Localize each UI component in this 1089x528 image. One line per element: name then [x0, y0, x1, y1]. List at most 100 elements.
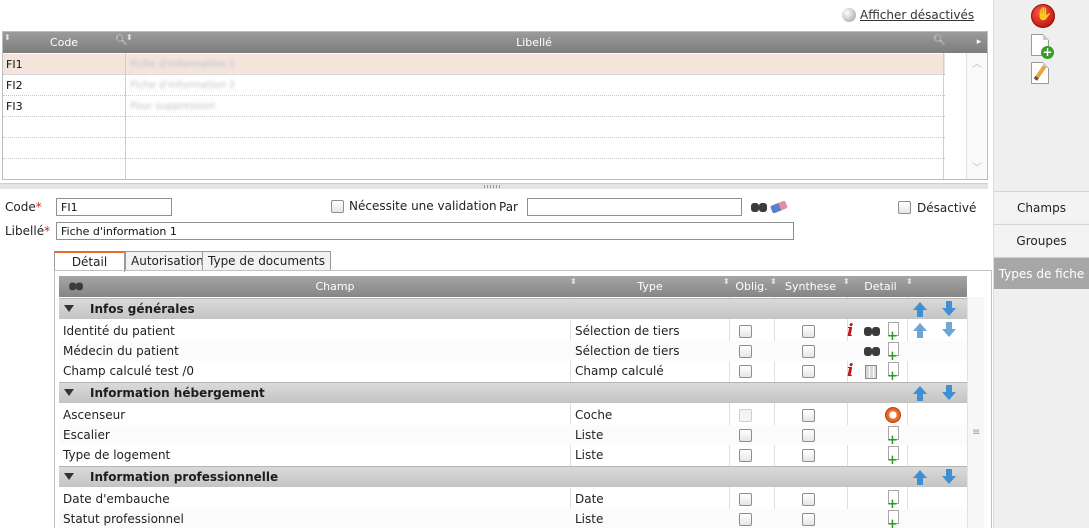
splitter-grip-icon[interactable]: [484, 185, 502, 188]
oblig-checkbox[interactable]: [739, 493, 752, 506]
row-champ: Statut professionnel: [63, 512, 184, 526]
oblig-checkbox[interactable]: [739, 449, 752, 462]
move-up-arrow-icon[interactable]: [912, 470, 928, 486]
row-code: FI1: [6, 58, 23, 71]
synthese-checkbox[interactable]: [802, 365, 815, 378]
move-down-arrow-icon[interactable]: [941, 469, 957, 485]
move-up-arrow-icon[interactable]: [912, 302, 928, 318]
list-row[interactable]: FI2 Fiche d'information 2: [3, 75, 945, 96]
row-code: FI2: [6, 79, 23, 92]
move-down-arrow-icon[interactable]: [941, 322, 957, 338]
libelle-label: Libellé*: [5, 224, 50, 238]
column-header-code[interactable]: Code: [3, 32, 125, 53]
list-row-empty: [3, 117, 945, 138]
required-mark: *: [44, 224, 51, 238]
validation-checkbox[interactable]: [331, 200, 344, 213]
table-row[interactable]: Médecin du patient Sélection de tiers +: [59, 341, 967, 363]
group-title: Information hébergement: [90, 386, 265, 400]
oblig-checkbox[interactable]: [739, 365, 752, 378]
clock-icon[interactable]: [885, 407, 901, 423]
collapse-triangle-icon[interactable]: [64, 473, 74, 480]
group-header[interactable]: Information hébergement: [59, 382, 967, 403]
oblig-checkbox[interactable]: [739, 513, 752, 526]
types-list-grid: ⬍ Code 🔍︎ ⬍ Libellé 🔍︎ ▸ FI1 Fiche d'inf…: [2, 31, 988, 180]
code-label: Code*: [5, 200, 42, 214]
column-header-champ[interactable]: Champ: [99, 276, 571, 297]
table-row[interactable]: Date d'embauche Date +: [59, 489, 967, 511]
table-row[interactable]: Ascenseur Coche: [59, 405, 967, 425]
tab-autorisation[interactable]: Autorisation: [125, 251, 210, 271]
binoculars-search-icon[interactable]: [751, 201, 768, 213]
code-input[interactable]: [56, 198, 172, 216]
plus-icon: +: [1041, 45, 1054, 59]
tab-detail[interactable]: Détail: [54, 251, 125, 272]
column-header-synthese[interactable]: Synthese: [774, 276, 847, 297]
tab-type-de-documents[interactable]: Type de documents: [202, 251, 331, 271]
list-row[interactable]: FI3 Pour suppression: [3, 96, 945, 117]
scroll-down-icon[interactable]: ﹀: [972, 159, 982, 174]
collapse-triangle-icon[interactable]: [64, 305, 74, 312]
sidebar-tab-champs[interactable]: Champs: [994, 191, 1089, 223]
show-disabled-link[interactable]: Afficher désactivés: [860, 8, 974, 22]
collapse-triangle-icon[interactable]: [64, 389, 74, 396]
toggle-ball-icon: [842, 8, 856, 22]
binoculars-icon[interactable]: [864, 345, 881, 357]
binoculars-icon[interactable]: [69, 281, 83, 291]
desactive-checkbox[interactable]: [898, 201, 911, 214]
group-header[interactable]: Information professionnelle: [59, 466, 967, 487]
synthese-checkbox[interactable]: [802, 429, 815, 442]
show-disabled-toggle[interactable]: Afficher désactivés: [842, 7, 974, 23]
filter-icon[interactable]: 🔍︎: [933, 35, 946, 46]
table-row[interactable]: Statut professionnel Liste +: [59, 509, 967, 528]
oblig-checkbox[interactable]: [739, 429, 752, 442]
fields-grid: Champ ⬍ Type ⬍ Oblig. ⬍ Synthese ⬍ Detai…: [59, 276, 967, 528]
calculator-icon[interactable]: [865, 365, 877, 379]
par-input[interactable]: [527, 198, 742, 216]
column-header-libelle[interactable]: Libellé: [125, 32, 943, 53]
move-up-arrow-icon[interactable]: [912, 323, 928, 339]
libelle-input[interactable]: [56, 222, 794, 240]
column-menu-icon[interactable]: ▸: [969, 32, 987, 53]
synthese-checkbox[interactable]: [802, 513, 815, 526]
new-document-icon[interactable]: +: [1031, 34, 1054, 59]
edit-document-icon[interactable]: [1031, 62, 1049, 84]
list-scrollbar[interactable]: ︿ ﹀: [966, 53, 987, 179]
list-row[interactable]: FI1 Fiche d'information 1: [3, 54, 945, 75]
sort-icon[interactable]: ⬍: [906, 277, 913, 286]
row-champ: Ascenseur: [63, 408, 126, 422]
oblig-checkbox[interactable]: [739, 325, 752, 338]
list-row-empty: [3, 138, 945, 159]
stop-hand-icon[interactable]: [1031, 4, 1055, 28]
synthese-checkbox[interactable]: [802, 325, 815, 338]
group-header[interactable]: Infos générales: [59, 298, 967, 319]
synthese-checkbox[interactable]: [802, 409, 815, 422]
binoculars-icon[interactable]: [864, 325, 881, 337]
grid-scrollbar[interactable]: ≡: [967, 297, 984, 528]
table-row[interactable]: Champ calculé test /0 Champ calculé i +: [59, 361, 967, 383]
synthese-checkbox[interactable]: [802, 493, 815, 506]
info-icon[interactable]: i: [847, 362, 853, 380]
scrollbar-grip-icon[interactable]: ≡: [972, 427, 980, 438]
scroll-up-icon[interactable]: ︿: [972, 55, 982, 70]
move-up-arrow-icon[interactable]: [912, 386, 928, 402]
column-header-type[interactable]: Type: [571, 276, 729, 297]
column-header-oblig[interactable]: Oblig.: [729, 276, 774, 297]
panel-splitter[interactable]: [0, 183, 988, 189]
move-down-arrow-icon[interactable]: [941, 301, 957, 317]
add-plus-icon[interactable]: +: [887, 518, 898, 528]
column-header-detail[interactable]: Detail: [848, 276, 913, 297]
row-type: Liste: [575, 448, 604, 462]
synthese-checkbox[interactable]: [802, 345, 815, 358]
synthese-checkbox[interactable]: [802, 449, 815, 462]
eraser-clear-icon[interactable]: [770, 200, 788, 214]
table-row[interactable]: Type de logement Liste +: [59, 445, 967, 467]
move-down-arrow-icon[interactable]: [941, 385, 957, 401]
sidebar-tab-groupes[interactable]: Groupes: [994, 224, 1089, 256]
table-row[interactable]: Identité du patient Sélection de tiers i…: [59, 321, 967, 343]
info-icon[interactable]: i: [847, 322, 853, 340]
desactive-label: Désactivé: [917, 201, 977, 215]
sidebar-tab-types-de-fiche[interactable]: Types de fiche: [994, 257, 1089, 289]
oblig-checkbox[interactable]: [739, 345, 752, 358]
row-code: FI3: [6, 100, 23, 113]
table-row[interactable]: Escalier Liste +: [59, 425, 967, 447]
